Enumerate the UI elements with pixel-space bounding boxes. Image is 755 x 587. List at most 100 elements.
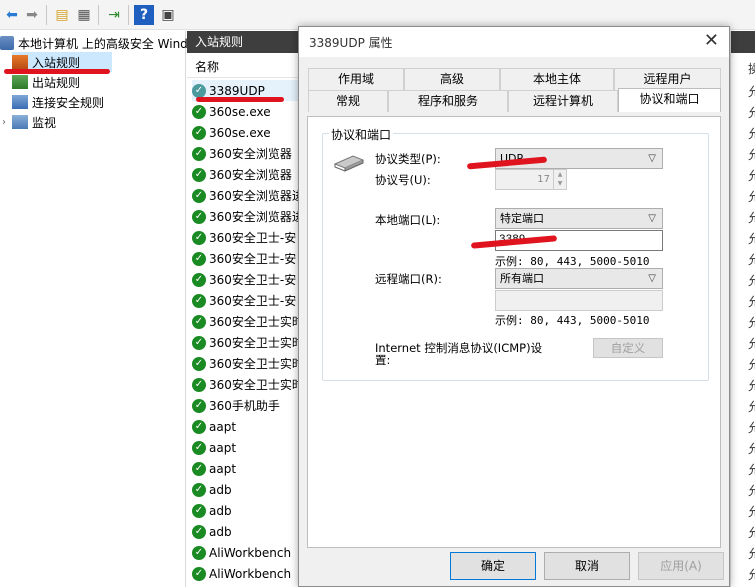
tab-protocols-ports[interactable]: 协议和端口 [618,88,721,112]
enabled-check-icon: ✓ [192,293,206,308]
enabled-check-icon: ✓ [192,398,206,413]
table-row[interactable]: ✓ 360手机助手 [192,395,298,416]
action-allow-glyph: 允 [748,547,755,561]
table-row[interactable]: ✓ 360安全卫士实时 [192,332,298,353]
rule-name: 360se.exe [209,125,271,140]
enabled-check-icon: ✓ [192,314,206,329]
connection-security-icon [12,95,28,109]
toolbar-separator [98,5,99,25]
back-icon[interactable]: ⬅ [2,5,22,25]
rule-name: 360安全浏览器 [209,147,292,161]
cancel-button[interactable]: 取消 [544,552,630,580]
spin-buttons-icon: ▲ ▼ [553,170,566,189]
rule-name: aapt [209,440,237,455]
table-row[interactable]: ✓ 360安全卫士-安 [192,269,298,290]
tree-item-monitoring[interactable]: › 监视 [2,112,56,132]
local-port-example: 示例: 80, 443, 5000-5010 [495,255,650,268]
tree-root[interactable]: 本地计算机 上的高级安全 Windows [0,33,211,53]
local-port-select[interactable]: 特定端口 ▽ [495,208,663,229]
enabled-check-icon: ✓ [192,125,206,140]
action-allow-glyph: 允 [748,274,755,288]
table-row[interactable]: ✓ aapt [192,437,298,458]
table-row[interactable]: ✓ adb [192,521,298,542]
remote-port-select[interactable]: 所有端口 ▽ [495,268,663,289]
table-row[interactable]: ✓ aapt [192,458,298,479]
table-row[interactable]: ✓ AliWorkbench [192,542,298,563]
column-header-name[interactable]: 名称 [187,56,298,78]
rule-name: 360安全浏览器进 [209,189,298,203]
tab-programs-services[interactable]: 程序和服务 [388,90,508,112]
export-icon[interactable]: ⇥ [104,5,124,25]
actions-header [731,31,755,53]
action-allow-glyph: 允 [748,421,755,435]
enabled-check-icon: ✓ [192,440,206,455]
table-row[interactable]: ✓ 360安全卫士实时 [192,374,298,395]
action-allow-glyph: 允 [748,484,755,498]
action-allow-glyph: 允 [748,190,755,204]
tab-advanced[interactable]: 高级 [404,68,500,90]
properties-icon[interactable]: ▣ [158,5,178,25]
chevron-down-icon: ▽ [648,153,656,164]
table-row[interactable]: ✓ 360se.exe [192,122,298,143]
enabled-check-icon: ✓ [192,104,206,119]
enabled-check-icon: ✓ [192,461,206,476]
enabled-check-icon: ✓ [192,251,206,266]
help-icon[interactable]: ? [134,5,154,25]
chevron-down-icon: ▽ [648,273,656,284]
tree-item-connection-security-rules[interactable]: 连接安全规则 [12,92,104,112]
table-row[interactable]: ✓ 360安全浏览器 [192,143,298,164]
action-allow-glyph: 允 [748,442,755,456]
tab-remote-users[interactable]: 远程用户 [614,68,721,90]
show-hide-tree-icon[interactable]: ▦ [74,5,94,25]
action-allow-glyph: 允 [748,169,755,183]
table-row[interactable]: ✓ adb [192,500,298,521]
rule-name: AliWorkbench [209,566,292,581]
tab-local-principals[interactable]: 本地主体 [500,68,614,90]
table-row[interactable]: ✓ 360安全卫士-安 [192,248,298,269]
folder-up-icon[interactable]: ▤ [52,5,72,25]
action-allow-glyph: 允 [748,253,755,267]
inbound-rules-icon [12,55,28,69]
protocol-number-stepper: 17 ▲ ▼ [495,169,567,190]
table-row[interactable]: ✓ 360安全卫士实时 [192,311,298,332]
rule-name: adb [209,503,232,518]
expand-chevron-icon[interactable]: › [2,117,12,128]
action-allow-glyph: 允 [748,505,755,519]
table-row[interactable]: ✓ 360安全浏览器 [192,164,298,185]
enabled-check-icon: ✓ [192,377,206,392]
protocol-number-value: 17 [537,174,550,185]
rule-name: 360安全卫士实时 [209,378,298,392]
rule-name: 360手机助手 [209,399,280,413]
protocol-number-label: 协议号(U): [375,173,431,187]
red-annotation-stroke [4,69,110,74]
action-allow-glyph: 允 [748,358,755,372]
remote-port-label: 远程端口(R): [375,272,442,286]
close-icon[interactable]: ✕ [704,30,719,51]
table-row[interactable]: ✓ 360安全卫士-安 [192,290,298,311]
tab-general[interactable]: 常规 [308,90,388,112]
chevron-down-icon: ▽ [648,213,656,224]
tree-item-label: 连接安全规则 [32,95,105,110]
apply-button: 应用(A) [638,552,724,580]
rule-name: adb [209,482,232,497]
table-row[interactable]: ✓ 360安全浏览器进 [192,185,298,206]
protocol-type-label: 协议类型(P): [375,152,441,166]
group-title: 协议和端口 [329,126,394,143]
rule-name: 360安全卫士实时 [209,315,298,329]
tree-item-label: 入站规则 [32,55,81,70]
forward-icon[interactable]: ➡ [22,5,42,25]
tab-remote-computers[interactable]: 远程计算机 [508,90,618,112]
table-row[interactable]: ✓ adb [192,479,298,500]
table-row[interactable]: ✓ AliWorkbench [192,563,298,584]
enabled-check-icon: ✓ [192,167,206,182]
rule-name: 360安全卫士-安 [209,231,297,245]
table-row[interactable]: ✓ 360安全卫士实时 [192,353,298,374]
tree-item-outbound-rules[interactable]: 出站规则 [12,72,80,92]
ok-button[interactable]: 确定 [450,552,536,580]
enabled-check-icon: ✓ [192,482,206,497]
table-row[interactable]: ✓ 360se.exe [192,101,298,122]
table-row[interactable]: ✓ 360安全卫士-安 [192,227,298,248]
table-row[interactable]: ✓ 360安全浏览器进 [192,206,298,227]
tab-scope[interactable]: 作用域 [308,68,404,90]
table-row[interactable]: ✓ aapt [192,416,298,437]
